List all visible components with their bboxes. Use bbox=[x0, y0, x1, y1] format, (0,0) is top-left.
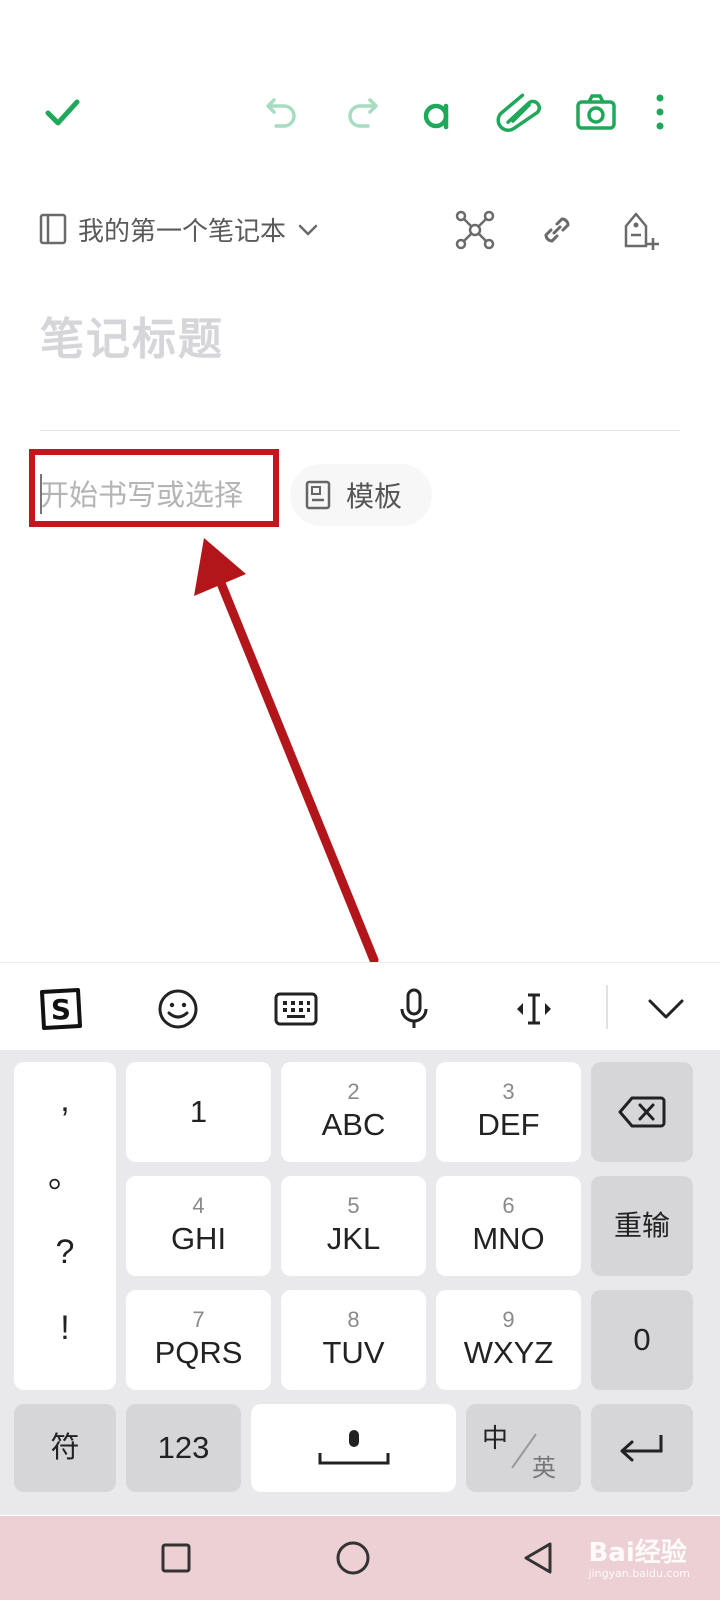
lang-primary: 中 bbox=[482, 1423, 509, 1453]
key-7[interactable]: 7 PQRS bbox=[126, 1290, 271, 1390]
link-icon[interactable] bbox=[533, 206, 581, 254]
template-icon bbox=[304, 479, 332, 511]
reenter-key[interactable]: 重输 bbox=[591, 1176, 693, 1276]
undo-icon[interactable] bbox=[254, 84, 310, 140]
space-mic-icon bbox=[318, 1430, 389, 1465]
redo-icon[interactable] bbox=[334, 84, 390, 140]
punct-comma[interactable]: , bbox=[60, 1062, 69, 1138]
circle-icon bbox=[336, 1541, 370, 1575]
reenter-label: 重输 bbox=[613, 1210, 670, 1241]
key-2[interactable]: 2 ABC bbox=[281, 1062, 426, 1162]
microphone-icon[interactable] bbox=[384, 979, 444, 1039]
recents-button[interactable] bbox=[154, 1536, 198, 1580]
enter-key[interactable] bbox=[591, 1404, 693, 1492]
key-number: 2 bbox=[347, 1079, 360, 1104]
chevron-down-icon bbox=[296, 217, 320, 241]
key-number: 4 bbox=[192, 1193, 205, 1218]
key-label: TUV bbox=[322, 1335, 385, 1370]
backspace-icon bbox=[618, 1096, 666, 1128]
key-number: 8 bbox=[347, 1307, 360, 1332]
key-0[interactable]: 0 bbox=[591, 1290, 693, 1390]
notebook-selector[interactable]: 我的第一个笔记本 bbox=[38, 204, 320, 254]
check-icon[interactable] bbox=[34, 84, 90, 140]
t9-keyboard: , 。 ? ! 1 2 ABC 3 DEF 4 GHI 5 JKL 6 MNO … bbox=[0, 1050, 720, 1515]
enter-icon bbox=[620, 1435, 663, 1462]
notebook-icon bbox=[38, 212, 68, 246]
key-label: PQRS bbox=[154, 1335, 243, 1370]
key-label: GHI bbox=[170, 1221, 227, 1256]
key-label: JKL bbox=[326, 1221, 381, 1256]
back-triangle-icon bbox=[524, 1542, 552, 1574]
note-title-input[interactable]: 笔记标题 bbox=[40, 303, 224, 367]
key-number: 3 bbox=[502, 1079, 515, 1104]
key-label: DEF bbox=[477, 1107, 540, 1142]
backspace-key[interactable] bbox=[591, 1062, 693, 1162]
punctuation-column[interactable]: , 。 ? ! bbox=[14, 1062, 116, 1390]
key-6[interactable]: 6 MNO bbox=[436, 1176, 581, 1276]
key-label: WXYZ bbox=[463, 1335, 554, 1370]
symbols-key[interactable]: 符 bbox=[14, 1404, 116, 1492]
lang-secondary: 英 bbox=[532, 1455, 556, 1482]
key-number: 6 bbox=[502, 1193, 515, 1218]
key-5[interactable]: 5 JKL bbox=[281, 1176, 426, 1276]
key-number: 7 bbox=[192, 1307, 205, 1332]
cursor-move-icon[interactable] bbox=[504, 979, 564, 1039]
title-divider bbox=[40, 430, 680, 431]
keyboard-icon[interactable] bbox=[266, 979, 326, 1039]
key-label: 0 bbox=[633, 1322, 651, 1357]
notebook-name: 我的第一个笔记本 bbox=[78, 216, 287, 247]
graph-icon[interactable] bbox=[451, 206, 499, 254]
svg-text:S: S bbox=[51, 993, 71, 1026]
key-1[interactable]: 1 bbox=[126, 1062, 271, 1162]
navigation-bar: Bai经验 jingyan.baidu.com bbox=[0, 1516, 720, 1600]
key-label: MNO bbox=[472, 1221, 545, 1256]
numbers-key[interactable]: 123 bbox=[126, 1404, 241, 1492]
key-3[interactable]: 3 DEF bbox=[436, 1062, 581, 1162]
key-number: 5 bbox=[347, 1193, 360, 1218]
punct-exclamation[interactable]: ! bbox=[60, 1290, 69, 1366]
key-number: 9 bbox=[502, 1307, 515, 1332]
language-switch-key[interactable]: 中 英 bbox=[466, 1404, 581, 1492]
paperclip-icon[interactable] bbox=[490, 84, 546, 140]
watermark-url: jingyan.baidu.com bbox=[588, 1567, 690, 1580]
text-format-icon[interactable] bbox=[410, 84, 466, 140]
collapse-keyboard-icon[interactable] bbox=[636, 979, 696, 1039]
template-label: 模板 bbox=[346, 480, 403, 513]
key-4[interactable]: 4 GHI bbox=[126, 1176, 271, 1276]
key-8[interactable]: 8 TUV bbox=[281, 1290, 426, 1390]
punct-period[interactable]: 。 bbox=[48, 1138, 82, 1214]
sogou-logo-icon[interactable]: S bbox=[30, 979, 90, 1039]
key-label: 1 bbox=[189, 1094, 208, 1129]
baidu-watermark: Bai经验 jingyan.baidu.com bbox=[588, 1532, 690, 1580]
template-button[interactable]: 模板 bbox=[290, 464, 432, 526]
camera-icon[interactable] bbox=[568, 84, 624, 140]
numbers-label: 123 bbox=[157, 1430, 210, 1465]
key-label: ABC bbox=[321, 1107, 386, 1142]
home-button[interactable] bbox=[331, 1536, 375, 1580]
back-button[interactable] bbox=[516, 1536, 560, 1580]
highlight-box bbox=[29, 449, 279, 527]
add-tag-icon[interactable] bbox=[618, 206, 666, 254]
key-9[interactable]: 9 WXYZ bbox=[436, 1290, 581, 1390]
keyboard-toolbar: S bbox=[0, 962, 720, 1051]
symbols-label: 符 bbox=[50, 1432, 80, 1464]
watermark-brand: Bai经验 bbox=[588, 1538, 687, 1568]
punct-question[interactable]: ? bbox=[56, 1214, 75, 1290]
space-key[interactable] bbox=[251, 1404, 456, 1492]
toolbar-separator bbox=[606, 985, 608, 1029]
more-icon[interactable] bbox=[636, 84, 684, 140]
square-icon bbox=[161, 1543, 191, 1573]
emoji-icon[interactable] bbox=[148, 979, 208, 1039]
